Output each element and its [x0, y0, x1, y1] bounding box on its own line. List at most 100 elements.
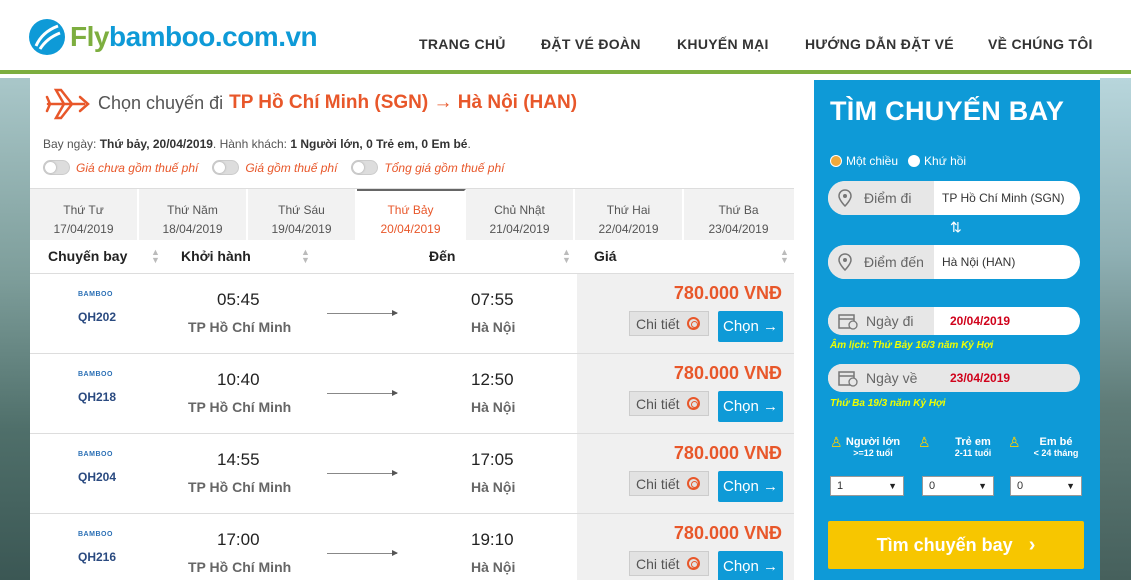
destination-field[interactable]: Điểm đến Hà Nội (HAN) [828, 245, 1080, 279]
date-tab-date: 23/04/2019 [708, 222, 769, 236]
date-tab-day: Thứ Năm [167, 203, 218, 217]
infant-select-value: 0 [1017, 480, 1024, 492]
return-date-field[interactable]: Ngày về 23/04/2019 [828, 364, 1080, 392]
arrival-time: 07:55 [471, 290, 514, 309]
arrival-city: Hà Nội [471, 399, 516, 415]
site-header: Flybamboo.com.vn TRANG CHỦ ĐẶT VÉ ĐOÀN K… [0, 0, 1131, 74]
nav-promotions[interactable]: KHUYẾN MẠI [677, 36, 769, 52]
toggle-switch[interactable] [212, 160, 240, 175]
title-prefix: Chọn chuyến đi [98, 92, 224, 113]
location-pin-icon [838, 189, 852, 207]
depart-lunar-date: Âm lịch: Thứ Bảy 16/3 năm Kỷ Hợi [830, 340, 994, 351]
date-tab[interactable]: Thứ Ba 23/04/2019 [684, 189, 793, 241]
info-end: . [467, 137, 471, 151]
departure-city: TP Hồ Chí Minh [188, 479, 292, 495]
adult-label-text: Người lớn [845, 436, 901, 448]
choose-button[interactable]: Chọn → [718, 311, 783, 342]
toggle-label: Giá gồm thuế phí [245, 160, 338, 175]
choose-button[interactable]: Chọn → [718, 551, 783, 580]
depart-date-value[interactable]: 20/04/2019 [934, 307, 1080, 335]
date-tab[interactable]: Chủ Nhật 21/04/2019 [466, 189, 575, 241]
return-date-label: Ngày về [828, 364, 934, 392]
date-tab-date: 21/04/2019 [489, 222, 550, 236]
table-row: BAMBOO QH218 10:40 TP Hồ Chí Minh 12:50 … [30, 354, 794, 434]
date-tab[interactable]: Thứ Sáu 19/04/2019 [248, 189, 357, 241]
date-tab-active[interactable]: Thứ Bảy 20/04/2019 [357, 189, 466, 241]
choose-button[interactable]: Chọn → [718, 391, 783, 422]
nav-home[interactable]: TRANG CHỦ [419, 36, 506, 52]
search-flights-button[interactable]: Tìm chuyến bay › [828, 521, 1084, 569]
date-tab-day: Chủ Nhật [494, 203, 545, 217]
departure-time: 10:40 [217, 370, 260, 389]
arrival-city: Hà Nội [471, 559, 516, 575]
flight-code: QH216 [78, 550, 117, 564]
infant-age-text: < 24 tháng [1033, 448, 1079, 458]
site-logo[interactable]: Flybamboo.com.vn [28, 18, 318, 56]
detail-button[interactable]: Chi tiết [629, 551, 709, 576]
date-tab[interactable]: Thứ Hai 22/04/2019 [575, 189, 684, 241]
sort-icon[interactable]: ▲ ▼ [562, 248, 571, 265]
detail-label: Chi tiết [636, 475, 680, 492]
radio-label: Một chiều [846, 154, 899, 168]
destination-label-text: Điểm đến [864, 254, 924, 270]
sort-icon[interactable]: ▲ ▼ [151, 248, 160, 265]
origin-value[interactable]: TP Hồ Chí Minh (SGN) [934, 181, 1080, 215]
radio-dot[interactable] [908, 155, 921, 167]
depart-date-field[interactable]: Ngày đi 20/04/2019 [828, 307, 1080, 335]
detail-button[interactable]: Chi tiết [629, 471, 709, 496]
radio-dot-selected[interactable] [830, 155, 842, 167]
date-tab[interactable]: Thứ Tư 17/04/2019 [30, 189, 139, 241]
date-tab-date: 18/04/2019 [162, 222, 223, 236]
date-tabs: Thứ Tư 17/04/2019 Thứ Năm 18/04/2019 Thứ S… [30, 188, 794, 241]
airline-logo: BAMBOO [78, 371, 113, 378]
sort-icon[interactable]: ▲ ▼ [780, 248, 789, 265]
destination-label: Điểm đến [828, 245, 934, 279]
radio-one-way[interactable]: Một chiều [830, 154, 898, 168]
infant-select[interactable]: 0 ▼ [1010, 476, 1082, 496]
detail-button[interactable]: Chi tiết [629, 391, 709, 416]
arrow-icon [327, 310, 398, 316]
toggle-total-price[interactable]: Tổng giá gồm thuế phí [351, 160, 505, 175]
destination-value[interactable]: Hà Nội (HAN) [934, 245, 1080, 279]
date-tab[interactable]: Thứ Năm 18/04/2019 [139, 189, 248, 241]
radio-round-trip[interactable]: Khứ hồi [908, 154, 966, 168]
column-header-price[interactable]: Giá [594, 248, 617, 264]
table-row: BAMBOO QH202 05:45 TP Hồ Chí Minh 07:55 … [30, 274, 794, 354]
chevron-right-icon: › [1028, 533, 1036, 556]
price-toggles: Giá chưa gồm thuế phí Giá gồm thuế phí T… [43, 160, 505, 175]
infant-icon: ♙ [1008, 434, 1021, 450]
logo-fly-text: Fly [70, 21, 109, 52]
table-row: BAMBOO QH204 14:55 TP Hồ Chí Minh 17:05 … [30, 434, 794, 514]
departure-time: 05:45 [217, 290, 260, 309]
infant-label-text: Em bé [1039, 436, 1073, 448]
origin-field[interactable]: Điểm đi TP Hồ Chí Minh (SGN) [828, 181, 1080, 215]
toggle-price-without-tax[interactable]: Giá chưa gồm thuế phí [43, 160, 198, 175]
panel-title: TÌM CHUYẾN BAY [830, 96, 1065, 126]
adult-select[interactable]: 1 ▼ [830, 476, 904, 496]
location-pin-icon [838, 253, 852, 271]
arrival-time: 19:10 [471, 530, 514, 549]
child-select[interactable]: 0 ▼ [922, 476, 994, 496]
return-date-value[interactable]: 23/04/2019 [934, 364, 1080, 392]
nav-group-booking[interactable]: ĐẶT VÉ ĐOÀN [541, 36, 641, 52]
flight-results: Chọn chuyến đi TP Hồ Chí Minh (SGN) → Hà… [30, 78, 804, 580]
choose-button[interactable]: Chọn → [718, 471, 783, 502]
column-header-arrival[interactable]: Đến [429, 248, 455, 264]
origin-label-text: Điểm đi [864, 190, 912, 206]
departure-city: TP Hồ Chí Minh [188, 399, 292, 415]
adult-label: Người lớn >=12 tuổi [842, 436, 904, 458]
sort-icon[interactable]: ▲ ▼ [301, 248, 310, 265]
toggle-switch[interactable] [351, 160, 379, 175]
detail-button[interactable]: Chi tiết [629, 311, 709, 336]
column-header-flight[interactable]: Chuyến bay [48, 248, 127, 264]
flight-code: QH204 [78, 470, 117, 484]
nav-booking-guide[interactable]: HƯỚNG DẪN ĐẶT VÉ [805, 36, 954, 52]
swap-icon[interactable]: ⇅ [950, 219, 962, 236]
target-icon [686, 477, 700, 490]
toggle-switch[interactable] [43, 160, 70, 175]
column-header-departure[interactable]: Khởi hành [181, 248, 251, 264]
toggle-price-with-tax[interactable]: Giá gồm thuế phí [212, 160, 337, 175]
target-icon [686, 397, 700, 410]
title-route: TP Hồ Chí Minh (SGN) → Hà Nội (HAN) [229, 92, 578, 113]
nav-about-us[interactable]: VỀ CHÚNG TÔI [988, 36, 1093, 52]
